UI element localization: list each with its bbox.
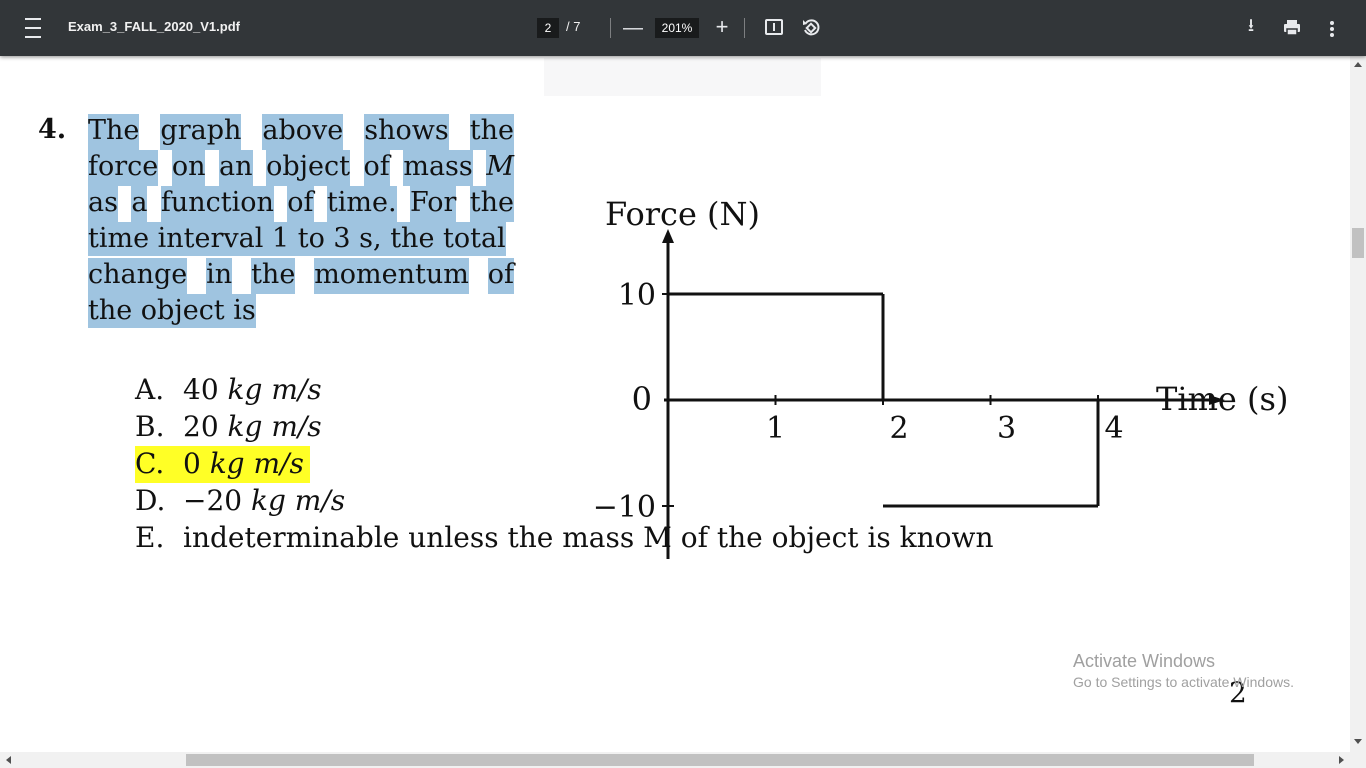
more-vert-icon[interactable] — [1322, 18, 1342, 40]
watermark-subtitle: Go to Settings to activate Windows. — [1073, 674, 1294, 690]
answer-value: −20 — [183, 484, 251, 517]
question-word: the object is — [88, 294, 256, 328]
question-word: above — [262, 114, 344, 150]
question-word: object — [266, 150, 350, 186]
page-total: / 7 — [566, 19, 581, 34]
y-axis-label: Force (N) — [605, 195, 760, 233]
question-word: an — [219, 150, 253, 186]
fit-page-icon[interactable] — [765, 19, 783, 35]
x-tick-label: 1 — [766, 411, 785, 446]
answer-letter: E. — [135, 521, 165, 554]
page-number-input[interactable]: 2 — [537, 18, 559, 38]
scroll-down-arrow-icon[interactable] — [1354, 739, 1362, 744]
question-word: force — [88, 150, 159, 186]
question-word: in — [206, 258, 233, 294]
x-tick-label: 4 — [1104, 411, 1123, 446]
zoom-out-button[interactable]: — — [623, 16, 643, 40]
question-word: The — [88, 114, 140, 150]
question-word: the — [251, 258, 296, 294]
pdf-page: 4. The graph above shows the force on an object o… — [0, 56, 1350, 752]
answer-value: 0 — [183, 447, 210, 480]
scroll-left-arrow-icon[interactable] — [6, 756, 11, 764]
answer-letter: B. — [135, 410, 165, 443]
toolbar-divider — [744, 18, 745, 38]
rotate-icon[interactable] — [800, 17, 822, 39]
question-word: a — [131, 186, 148, 222]
question-word: For — [409, 186, 457, 222]
question-word: function — [160, 186, 274, 222]
question-word: time interval 1 to 3 s, the total — [88, 222, 506, 256]
answer-choice: C. 0 kg m/s — [135, 446, 310, 483]
scroll-right-arrow-icon[interactable] — [1339, 756, 1344, 764]
horizontal-scrollbar-thumb[interactable] — [186, 754, 1254, 766]
scroll-up-arrow-icon[interactable] — [1354, 62, 1362, 67]
question-line: change in the momentum of — [88, 258, 514, 294]
question-word: mass — [403, 150, 473, 186]
question-word: of — [487, 258, 514, 294]
question-word: change — [88, 258, 188, 294]
toolbar-divider — [610, 18, 611, 38]
question-line: as a function of time. For the — [88, 186, 514, 222]
vertical-scrollbar-thumb[interactable] — [1352, 228, 1364, 258]
question-word: on — [171, 150, 206, 186]
x-axis-label: Time (s) — [1156, 380, 1288, 418]
download-icon[interactable]: ⭳ — [1242, 15, 1260, 39]
page-gap-shadow — [544, 58, 821, 96]
x-tick-label: 2 — [889, 411, 908, 446]
zoom-level-input[interactable]: 201% — [655, 18, 699, 38]
question-word: of — [287, 186, 314, 222]
question-word: the — [469, 186, 514, 222]
question-word: time. — [326, 186, 397, 222]
question-line: the object is — [88, 294, 514, 330]
pdf-toolbar: Exam_3_FALL_2020_V1.pdf 2 / 7 — 201% + ⭳ — [0, 0, 1366, 56]
watermark-title: Activate Windows — [1073, 651, 1216, 671]
question-word: as — [88, 186, 118, 222]
vertical-scrollbar[interactable] — [1350, 56, 1366, 752]
answer-letter: C. — [135, 447, 165, 480]
y-tick-label: 10 — [618, 278, 656, 313]
force-time-graph: 1 2 3 4 10 −10 Force (N) Time (s) 0 — [593, 195, 1288, 559]
answer-value: 20 — [183, 410, 228, 443]
question-line: force on an object of mass M — [88, 150, 514, 186]
question-text: The graph above shows the force on an object of ma… — [88, 114, 514, 330]
y-tick-label: −10 — [593, 490, 656, 525]
answer-unit: kg m/s — [251, 484, 346, 517]
question-word: M — [486, 150, 514, 186]
question-line: The graph above shows the — [88, 114, 514, 150]
answer-unit: kg m/s — [227, 373, 322, 406]
activate-windows-watermark: Activate Windows Go to Settings to activ… — [1073, 650, 1294, 692]
question-word: the — [469, 114, 514, 150]
question-line: time interval 1 to 3 s, the total — [88, 222, 514, 258]
question-word: shows — [364, 114, 449, 150]
question-word: momentum — [314, 258, 469, 294]
question-word: graph — [160, 114, 242, 150]
zoom-in-button[interactable]: + — [712, 14, 732, 40]
question-word: of — [363, 150, 390, 186]
x-tick-label: 3 — [997, 411, 1016, 446]
print-icon[interactable] — [1282, 17, 1302, 39]
origin-label: 0 — [632, 380, 652, 418]
answer-unit: kg m/s — [209, 447, 304, 480]
answer-unit: kg m/s — [227, 410, 322, 443]
answer-letter: D. — [135, 484, 166, 517]
menu-icon[interactable] — [22, 18, 44, 38]
answer-letter: A. — [135, 373, 165, 406]
question-number: 4. — [38, 114, 67, 145]
document-title: Exam_3_FALL_2020_V1.pdf — [68, 19, 240, 34]
answer-value: 40 — [183, 373, 228, 406]
